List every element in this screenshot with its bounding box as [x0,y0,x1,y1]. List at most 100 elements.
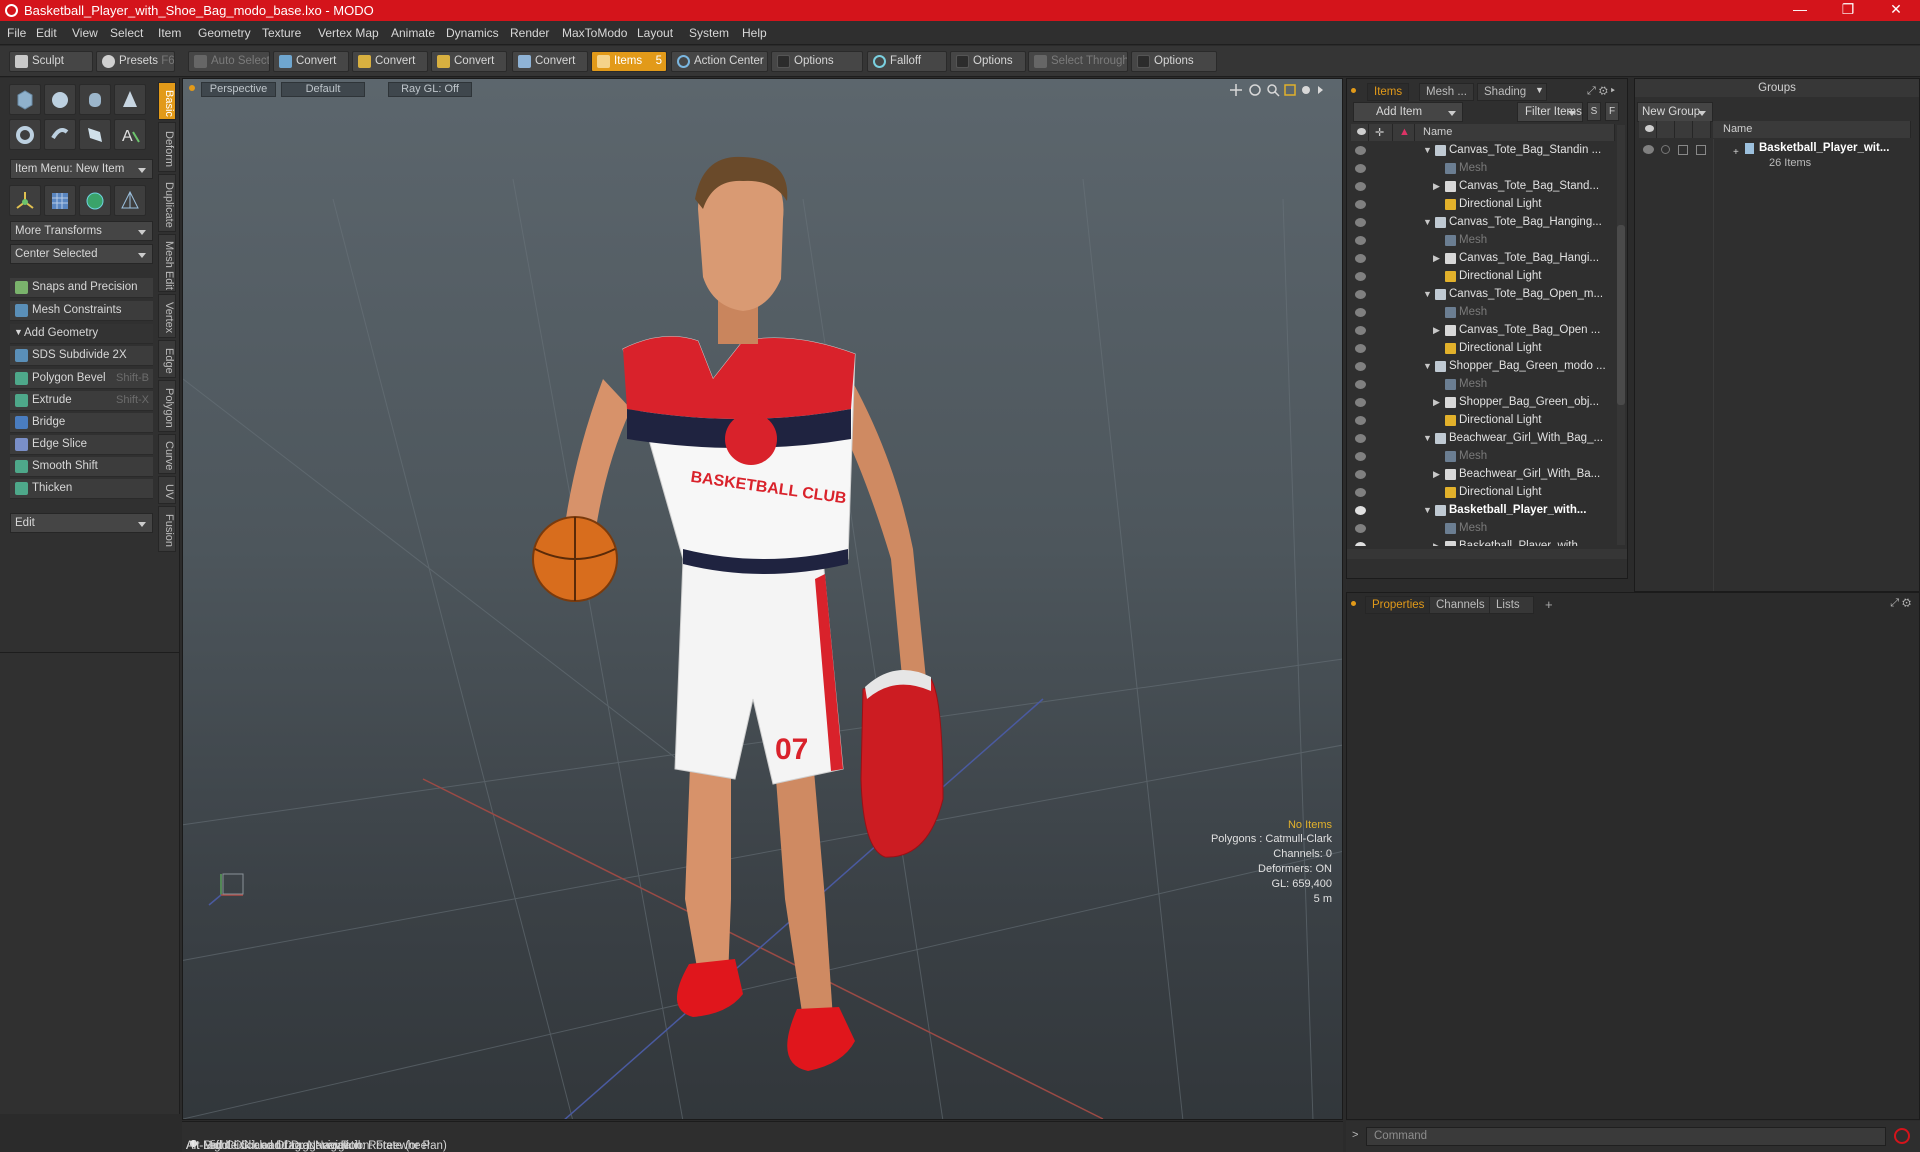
eye-icon[interactable] [1355,272,1366,281]
tab-uv[interactable]: UV [158,476,176,504]
torus-primitive-button[interactable] [9,119,41,150]
filter-items-button[interactable]: Filter Items [1517,102,1583,122]
lock-col-header[interactable]: ✛ [1369,124,1393,141]
collapse-triangle-icon[interactable]: ▼ [1423,145,1432,155]
snaps-precision-button[interactable]: Snaps and Precision [10,278,153,298]
eye-icon[interactable] [1643,145,1654,154]
lock-toggle-icon[interactable] [1678,145,1688,155]
groups-render-col[interactable] [1657,121,1675,138]
eye-icon[interactable] [1355,308,1366,317]
menu-file[interactable]: File [7,26,26,40]
sculpt-button[interactable]: Sculpt [9,51,93,72]
props-expand-icon[interactable]: ⤢ ⚙ [1890,597,1911,610]
item-row-light[interactable]: Directional Light [1347,196,1615,214]
tab-vertex[interactable]: Vertex [158,294,176,338]
add-geometry-header[interactable]: ▼ Add Geometry [10,324,153,344]
group-row[interactable]: + Basketball_Player_wit... 26 Items [1635,139,1911,175]
menu-geometry[interactable]: Geometry [198,26,251,40]
menu-texture[interactable]: Texture [262,26,301,40]
groups-select-col[interactable] [1693,121,1711,138]
minimize-button[interactable]: — [1780,1,1820,17]
text-tool-button[interactable]: A [114,119,146,150]
items-scrollbar[interactable] [1617,125,1625,545]
center-selected-dropdown[interactable]: Center Selected [10,244,153,264]
convert-edge-button[interactable]: Convert [352,51,428,72]
tab-deform[interactable]: Deform [158,122,176,172]
tab-lists[interactable]: Lists [1489,596,1534,614]
eye-icon[interactable] [1355,182,1366,191]
groups-eye-col[interactable] [1639,121,1657,138]
item-row-light[interactable]: Directional Light [1347,484,1615,502]
item-row-mesh[interactable]: Mesh [1347,160,1615,178]
item-row-light[interactable]: Directional Light [1347,268,1615,286]
groups-name-col[interactable]: Name [1713,121,1911,138]
grid-tool-button[interactable] [44,185,76,216]
falloff-button[interactable]: Falloff [867,51,947,72]
convert-vertex-button[interactable]: Convert [273,51,349,72]
globe-tool-button[interactable] [79,185,111,216]
expand-plus-icon[interactable]: + [1733,147,1739,158]
tab-channels[interactable]: Channels [1429,596,1492,614]
expand-triangle-icon[interactable]: ▶ [1433,181,1440,192]
cone-primitive-button[interactable] [114,84,146,115]
capsule-primitive-button[interactable] [44,119,76,150]
tab-mesh[interactable]: Mesh ... [1419,83,1474,101]
thicken-button[interactable]: Thicken [10,479,153,499]
menu-view[interactable]: View [72,26,98,40]
sds-subdivide-button[interactable]: SDS Subdivide 2X [10,346,153,366]
collapse-triangle-icon[interactable]: ▼ [1423,361,1432,371]
eye-icon[interactable] [1355,164,1366,173]
item-row-scene[interactable]: ▼ Shopper_Bag_Green_modo ... [1347,358,1615,376]
item-row-item[interactable]: ▶ Beachwear_Girl_With_Ba... [1347,466,1615,484]
smooth-shift-button[interactable]: Smooth Shift [10,457,153,477]
collapse-triangle-icon[interactable]: ▼ [1423,505,1432,515]
eye-icon[interactable] [1355,380,1366,389]
eye-icon[interactable] [1355,506,1366,515]
expand-triangle-icon[interactable]: ▶ [1433,541,1440,546]
item-row-item[interactable]: ▶ Basketball_Player_with_ ... [1347,538,1615,546]
groups-lock-col[interactable] [1675,121,1693,138]
sphere-primitive-button[interactable] [44,84,76,115]
record-icon[interactable] [1894,1128,1910,1144]
items-scroll-thumb[interactable] [1617,225,1625,405]
eye-icon[interactable] [1355,362,1366,371]
eye-icon[interactable] [1355,344,1366,353]
eye-icon[interactable] [1355,290,1366,299]
menu-animate[interactable]: Animate [391,26,435,40]
collapse-triangle-icon[interactable]: ▼ [1423,289,1432,299]
eye-icon[interactable] [1355,524,1366,533]
eye-icon[interactable] [1355,488,1366,497]
expand-triangle-icon[interactable]: ▶ [1433,469,1440,480]
s-button[interactable]: S [1587,102,1601,121]
render-col-header[interactable]: ▲ [1393,124,1415,141]
eye-icon[interactable] [1355,452,1366,461]
select-toggle-icon[interactable] [1696,145,1706,155]
tab-edge[interactable]: Edge [158,340,176,378]
tab-polygon[interactable]: Polygon [158,380,176,432]
panel-menu-dot-icon[interactable] [1351,601,1356,606]
new-group-button[interactable]: New Group [1637,102,1713,122]
maximize-button[interactable]: ❐ [1828,1,1868,18]
item-row-mesh[interactable]: Mesh [1347,448,1615,466]
menu-item[interactable]: Item [158,26,181,40]
item-row-item[interactable]: ▶ Canvas_Tote_Bag_Hangi... [1347,250,1615,268]
convert-polygon-button[interactable]: Convert [431,51,507,72]
options-button-1[interactable]: Options [771,51,863,72]
eye-icon[interactable] [1355,236,1366,245]
pyramid-tool-button[interactable] [114,185,146,216]
menu-system[interactable]: System [689,26,729,40]
eye-icon[interactable] [1355,416,1366,425]
convert-item-button[interactable]: Convert [512,51,588,72]
item-menu-dropdown[interactable]: Item Menu: New Item [10,159,153,179]
tab-curve[interactable]: Curve [158,434,176,474]
tab-duplicate[interactable]: Duplicate [158,174,176,232]
item-row-scene[interactable]: ▼ Canvas_Tote_Bag_Standin ... [1347,142,1615,160]
menu-layout[interactable]: Layout [637,26,673,40]
cube-primitive-button[interactable] [9,84,41,115]
item-row-scene[interactable]: ▼ Beachwear_Girl_With_Bag_... [1347,430,1615,448]
bridge-button[interactable]: Bridge [10,413,153,433]
item-row-mesh[interactable]: Mesh [1347,376,1615,394]
edit-dropdown[interactable]: Edit [10,513,153,533]
menu-render[interactable]: Render [510,26,549,40]
action-center-button[interactable]: Action Center [671,51,768,72]
